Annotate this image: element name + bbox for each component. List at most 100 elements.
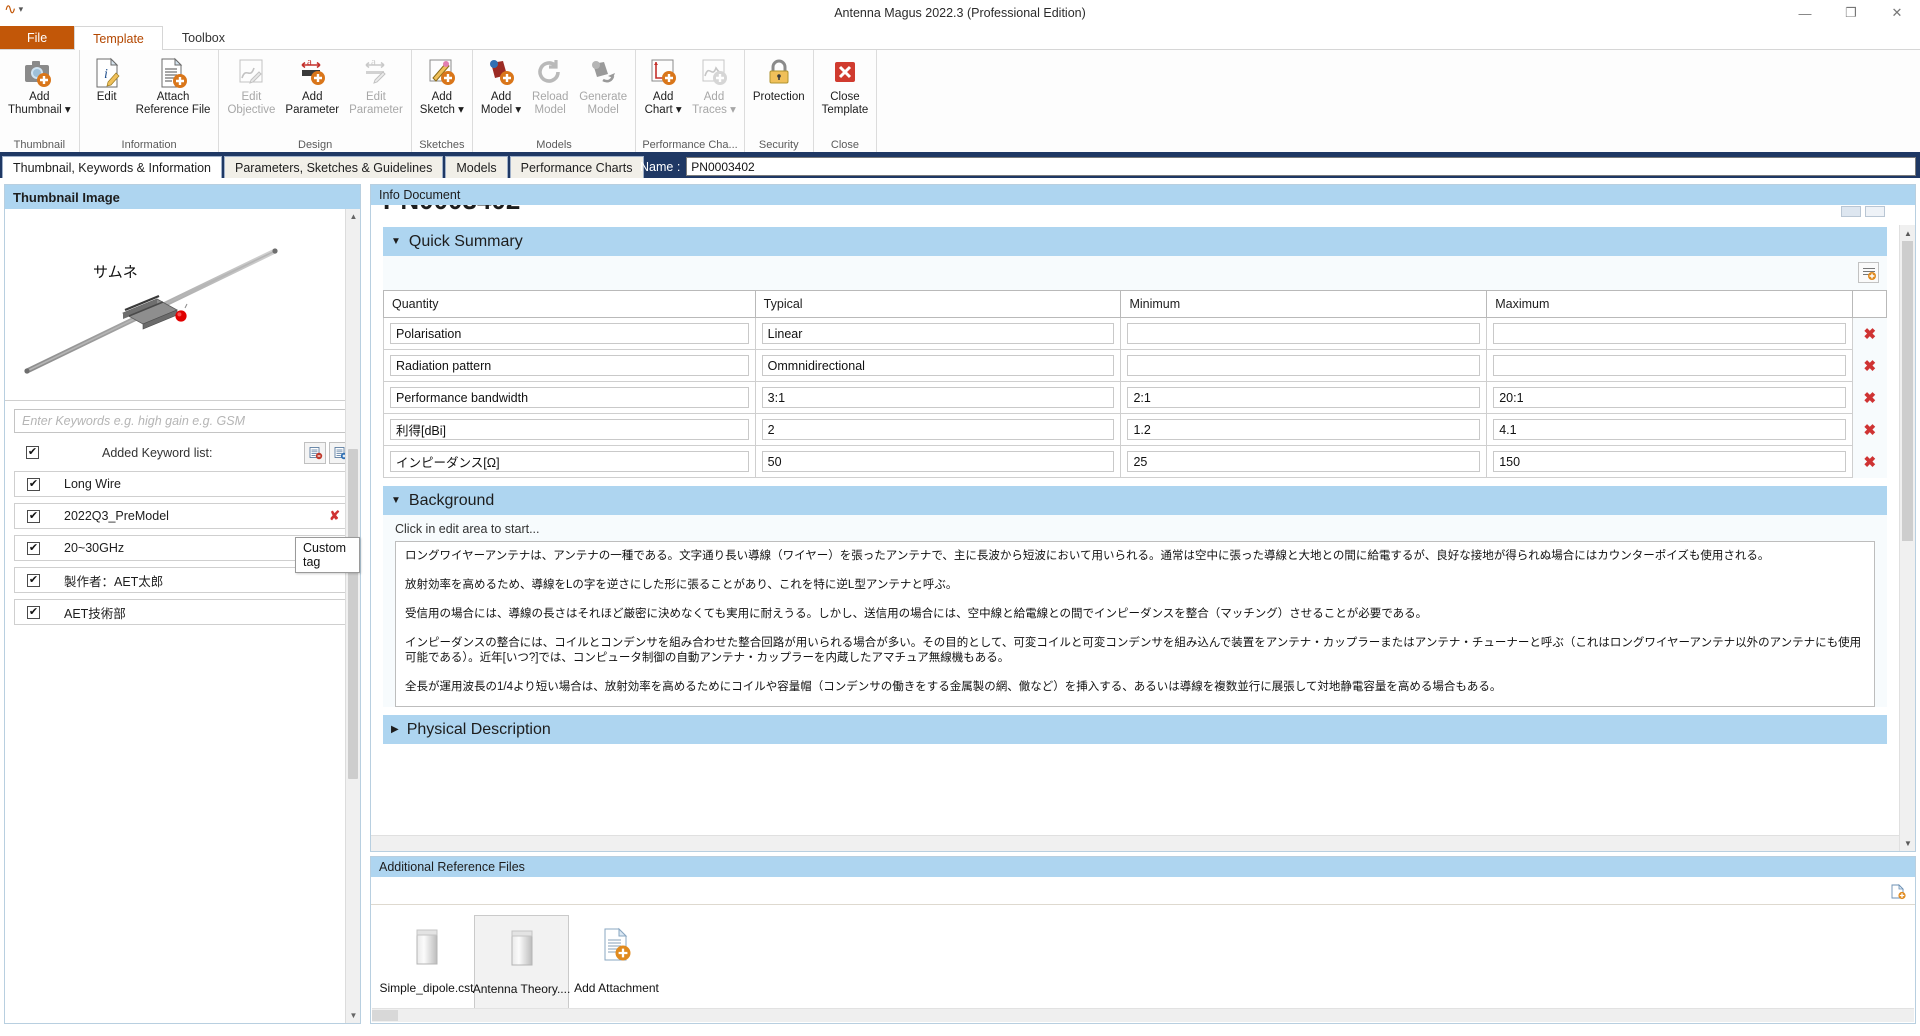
keyword-checkbox[interactable]: ✔ bbox=[27, 606, 40, 619]
scroll-thumb[interactable] bbox=[372, 1010, 398, 1021]
ribbon-tab-toolbox[interactable]: Toolbox bbox=[163, 25, 244, 49]
minimum-input[interactable] bbox=[1127, 355, 1480, 376]
keyword-item[interactable]: ✔ 2022Q3_PreModel ✘ bbox=[14, 503, 351, 529]
tab-models[interactable]: Models bbox=[445, 156, 507, 178]
add-chart-button[interactable]: Add Chart ▾ bbox=[639, 53, 687, 117]
collapse-all-button[interactable] bbox=[1841, 206, 1861, 217]
delete-row-icon[interactable]: ✖ bbox=[1863, 422, 1876, 439]
minimum-input[interactable] bbox=[1127, 451, 1480, 472]
typical-input[interactable] bbox=[762, 419, 1115, 440]
keyword-list-header-checkbox[interactable]: ✔ bbox=[26, 446, 39, 459]
scroll-down-icon[interactable]: ▼ bbox=[1900, 835, 1915, 851]
table-row: ✖ bbox=[384, 350, 1887, 382]
reference-file-tile[interactable]: Simple_dipole.cst bbox=[379, 915, 474, 1007]
typical-input[interactable] bbox=[762, 387, 1115, 408]
keyword-item[interactable]: ✔ AET技術部 bbox=[14, 599, 351, 625]
chevron-right-icon[interactable]: ▶ bbox=[391, 724, 399, 735]
column-header-actions bbox=[1853, 291, 1887, 318]
keyword-checkbox[interactable]: ✔ bbox=[27, 574, 40, 587]
chevron-down-icon[interactable]: ▼ bbox=[391, 495, 401, 506]
add-traces-button[interactable]: Add Traces ▾ bbox=[687, 53, 741, 117]
typical-input[interactable] bbox=[762, 323, 1115, 344]
delete-row-icon[interactable]: ✖ bbox=[1863, 326, 1876, 343]
add-attachment-tile[interactable]: Add Attachment bbox=[569, 915, 664, 1007]
maximum-input[interactable] bbox=[1493, 355, 1846, 376]
add-sketch-button[interactable]: Add Sketch ▾ bbox=[415, 53, 469, 117]
typical-input[interactable] bbox=[762, 451, 1115, 472]
info-document-vscrollbar[interactable]: ▲ ▼ bbox=[1899, 225, 1915, 851]
quantity-input[interactable] bbox=[390, 451, 749, 472]
keyword-header-buttons bbox=[304, 442, 351, 464]
reference-files-hscrollbar[interactable] bbox=[372, 1008, 1914, 1022]
tab-parameters-sketches-guidelines[interactable]: Parameters, Sketches & Guidelines bbox=[224, 156, 443, 178]
delete-row-icon[interactable]: ✖ bbox=[1863, 390, 1876, 407]
title-bar: ∿ ▾ Antenna Magus 2022.3 (Professional E… bbox=[0, 0, 1920, 26]
scroll-thumb[interactable] bbox=[1902, 241, 1913, 541]
delete-row-icon[interactable]: ✖ bbox=[1863, 454, 1876, 471]
window-controls: — ❐ ✕ bbox=[1782, 0, 1920, 26]
generate-model-label-1: Generate bbox=[579, 91, 627, 104]
restore-button[interactable]: ❐ bbox=[1828, 0, 1874, 26]
table-row: ✖ bbox=[384, 446, 1887, 478]
generate-model-button[interactable]: Generate Model bbox=[574, 53, 632, 117]
maximum-input[interactable] bbox=[1493, 323, 1846, 344]
quantity-input[interactable] bbox=[390, 387, 749, 408]
scroll-up-icon[interactable]: ▲ bbox=[346, 209, 361, 224]
minimize-button[interactable]: — bbox=[1782, 0, 1828, 26]
maximum-input[interactable] bbox=[1493, 387, 1846, 408]
delete-keyword-icon[interactable]: ✘ bbox=[329, 508, 340, 524]
reload-model-button[interactable]: Reload Model bbox=[526, 53, 574, 117]
quantity-input[interactable] bbox=[390, 355, 749, 376]
tab-performance-charts[interactable]: Performance Charts bbox=[510, 156, 644, 178]
quick-access-toolbar[interactable]: ∿ ▾ bbox=[4, 2, 23, 17]
scroll-down-icon[interactable]: ▼ bbox=[346, 1008, 361, 1023]
physical-description-header[interactable]: ▶ Physical Description bbox=[383, 715, 1887, 744]
scroll-up-icon[interactable]: ▲ bbox=[1900, 225, 1915, 241]
thumbnail-image-area[interactable]: サムネ bbox=[5, 209, 360, 401]
ribbon-tab-template[interactable]: Template bbox=[74, 26, 163, 50]
keyword-checkbox[interactable]: ✔ bbox=[27, 542, 40, 555]
quick-summary-header[interactable]: ▼ Quick Summary bbox=[383, 227, 1887, 256]
delete-row-icon[interactable]: ✖ bbox=[1863, 358, 1876, 375]
typical-input[interactable] bbox=[762, 355, 1115, 376]
minimum-input[interactable] bbox=[1127, 387, 1480, 408]
minimum-input[interactable] bbox=[1127, 323, 1480, 344]
add-model-button[interactable]: Add Model ▾ bbox=[476, 53, 526, 117]
attach-reference-file-button[interactable]: Attach Reference File bbox=[131, 53, 216, 117]
close-button[interactable]: ✕ bbox=[1874, 0, 1920, 26]
keyword-input[interactable]: Enter Keywords e.g. high gain e.g. GSM bbox=[14, 409, 351, 433]
ribbon-tab-file[interactable]: File bbox=[0, 25, 74, 49]
import-keywords-icon[interactable] bbox=[304, 442, 326, 464]
background-editor[interactable]: ロングワイヤーアンテナは、アンテナの一種である。文字通り長い導線（ワイヤー）を張… bbox=[395, 541, 1875, 707]
keyword-checkbox[interactable]: ✔ bbox=[27, 510, 40, 523]
add-table-row-icon[interactable] bbox=[1858, 262, 1879, 283]
keyword-item[interactable]: ✔ Long Wire bbox=[14, 471, 351, 497]
add-parameter-button[interactable]: a Add Parameter bbox=[280, 53, 344, 117]
info-document-hscrollbar[interactable] bbox=[371, 835, 1899, 851]
minimum-input[interactable] bbox=[1127, 419, 1480, 440]
customize-quick-access-icon[interactable]: ▾ bbox=[19, 4, 24, 15]
thumbnail-keywords-panel: Thumbnail Image サムネ bbox=[4, 184, 361, 1024]
quantity-input[interactable] bbox=[390, 419, 749, 440]
add-file-icon[interactable] bbox=[1887, 881, 1907, 901]
expand-all-button[interactable] bbox=[1865, 206, 1885, 217]
maximum-input[interactable] bbox=[1493, 419, 1846, 440]
chevron-down-icon[interactable]: ▼ bbox=[391, 236, 401, 247]
ribbon-group-label-close: Close bbox=[814, 137, 877, 152]
page-tab-strip: Thumbnail, Keywords & Information Parame… bbox=[0, 154, 1920, 178]
background-header[interactable]: ▼ Background bbox=[383, 486, 1887, 515]
quantity-input[interactable] bbox=[390, 323, 749, 344]
maximum-input[interactable] bbox=[1493, 451, 1846, 472]
left-panel-scrollbar[interactable]: ▲ ▼ bbox=[345, 209, 360, 1023]
add-thumbnail-button[interactable]: Add Thumbnail ▾ bbox=[3, 53, 76, 117]
scroll-thumb[interactable] bbox=[348, 449, 358, 779]
protection-button[interactable]: Protection bbox=[748, 53, 810, 104]
edit-objective-button[interactable]: Edit Objective bbox=[222, 53, 280, 117]
tab-thumbnail-keywords-information[interactable]: Thumbnail, Keywords & Information bbox=[2, 156, 222, 178]
name-input[interactable] bbox=[686, 157, 1916, 176]
keyword-checkbox[interactable]: ✔ bbox=[27, 478, 40, 491]
reference-file-tile[interactable]: Antenna Theory.... bbox=[474, 915, 569, 1009]
edit-info-button[interactable]: i Edit bbox=[83, 53, 131, 104]
edit-parameter-button[interactable]: a Edit Parameter bbox=[344, 53, 408, 117]
close-template-button[interactable]: Close Template bbox=[817, 53, 874, 117]
